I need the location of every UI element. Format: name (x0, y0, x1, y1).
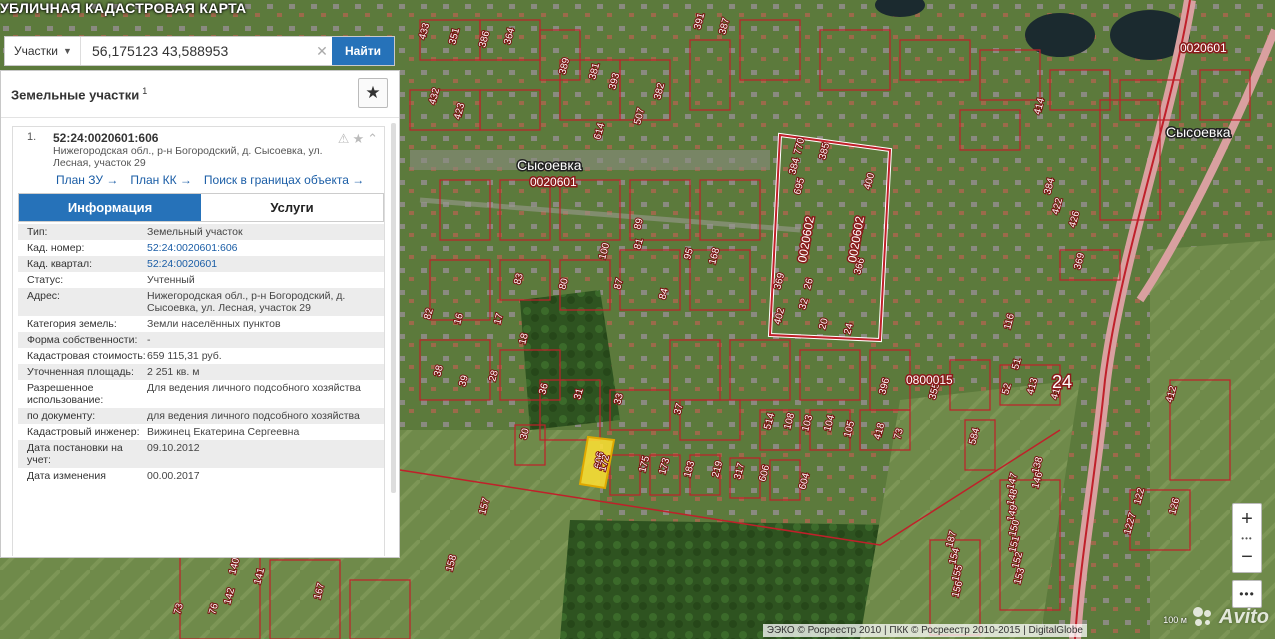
result-links: План ЗУ → План КК → Поиск в границах объ… (13, 169, 384, 187)
star-icon[interactable]: ★ (358, 78, 388, 108)
property-value: Нижегородская обл., р-н Богородский, д. … (147, 290, 346, 314)
property-label: Форма собственности: (27, 334, 138, 346)
panel-header: Земельные участки 1 ★ (1, 71, 399, 118)
panel-scrollbar[interactable] (391, 123, 396, 493)
property-label: по документу: (27, 410, 96, 422)
search-in-bounds-link[interactable]: Поиск в границах объекта → (204, 173, 364, 187)
panel-title: Земельные участки 1 (11, 85, 148, 103)
app-title: УБЛИЧНАЯ КАДАСТРОВАЯ КАРТА (0, 0, 247, 16)
property-row: Категория земель: Земли населённых пункто… (18, 316, 384, 332)
search-bar: Участки ▼ ✕ Найти (4, 36, 395, 66)
property-row: Кадастровый инженер: Вижинец Екатерина Се… (18, 424, 384, 440)
warning-icon[interactable]: ⚠ (338, 131, 350, 147)
property-row: Адрес: Нижегородская обл., р-н Богородски… (18, 288, 384, 316)
property-value: 00.00.2017 (147, 470, 200, 482)
map-attribution: ЭЭКО © Росреестр 2010 | ПКК © Росреестр … (762, 624, 1087, 637)
avito-logo-icon (1191, 605, 1215, 629)
property-value[interactable]: 52:24:0020601:606 (147, 242, 384, 254)
result-tabs: Информация Услуги (18, 193, 384, 222)
property-row: Тип: Земельный участок (18, 224, 384, 240)
plan-zu-link[interactable]: План ЗУ → (56, 173, 118, 187)
results-panel: Земельные участки 1 ★ 1. 52:24:0020601:60… (0, 70, 400, 558)
property-value: Вижинец Екатерина Сергеевна (147, 426, 300, 438)
property-label: Кад. квартал: (27, 258, 92, 270)
chevron-up-icon[interactable]: ⌃ (367, 131, 378, 147)
property-label: Дата изменения (27, 470, 106, 482)
close-icon[interactable]: ✕ (312, 37, 332, 65)
property-label: Кадастровый инженер: (27, 426, 140, 438)
property-value: - (147, 334, 151, 346)
block-label: 0020601 (1180, 41, 1227, 55)
property-row: Уточненная площадь: 2 251 кв. м (18, 364, 384, 380)
result-address: Нижегородская обл., р-н Богородский, д. … (53, 145, 323, 169)
find-button[interactable]: Найти (332, 37, 394, 65)
property-label: Кад. номер: (27, 242, 85, 254)
property-value: Для ведения личного подсобного хозяйства (147, 382, 361, 394)
property-row: Дата изменения 00.00.2017 (18, 468, 384, 484)
zoom-out-button[interactable]: − (1233, 542, 1261, 572)
search-input[interactable] (81, 37, 312, 65)
zoom-slider[interactable]: ••• (1233, 534, 1261, 543)
block-number-label: 24 (1052, 372, 1072, 392)
property-label: Уточненная площадь: (27, 366, 134, 378)
tab-info[interactable]: Информация (19, 194, 201, 221)
property-row: Кадастровая стоимость: 659 115,31 руб. (18, 348, 384, 364)
star-outline-icon[interactable]: ★ (352, 131, 364, 147)
property-value: 659 115,31 руб. (147, 350, 222, 362)
result-cadnum[interactable]: 52:24:0020601:606 (53, 131, 384, 145)
search-type-select[interactable]: Участки ▼ (5, 37, 81, 65)
block-label: 0800015 (906, 373, 953, 387)
property-value: 09.10.2012 (147, 442, 200, 454)
caret-down-icon: ▼ (63, 46, 72, 56)
result-number: 1. (27, 131, 37, 143)
block-label: 0020601 (530, 175, 577, 189)
search-type-label: Участки (14, 44, 58, 58)
property-value[interactable]: 52:24:0020601 (147, 258, 384, 270)
zoom-in-button[interactable]: + (1233, 504, 1261, 534)
scale-label: 100 м (1163, 615, 1187, 625)
property-value: 2 251 кв. м (147, 366, 200, 378)
property-table: Тип: Земельный участок Кад. номер: 52:24:00… (18, 224, 384, 484)
property-value: Земли населённых пунктов (147, 318, 281, 330)
property-label: Статус: (27, 274, 64, 286)
result-count: 1 (142, 85, 148, 96)
more-options-button[interactable]: ••• (1232, 580, 1262, 608)
property-value: Учтенный (147, 274, 195, 286)
watermark: Avito (1191, 605, 1269, 629)
property-label: Адрес: (27, 290, 60, 302)
property-row: по документу: для ведения личного подсобн… (18, 408, 384, 424)
property-row: Кад. номер: 52:24:0020601:606 (18, 240, 384, 256)
property-label: Разрешенное использование: (27, 382, 104, 406)
place-label: Сысоевка (1166, 124, 1231, 140)
place-label: Сысоевка (517, 157, 582, 173)
property-value: Земельный участок (147, 226, 243, 238)
property-label: Тип: (27, 226, 48, 238)
property-row: Разрешенное использование: Для ведения ли… (18, 380, 384, 408)
property-row: Форма собственности: - (18, 332, 384, 348)
property-row: Статус: Учтенный (18, 272, 384, 288)
plan-kk-link[interactable]: План КК → (130, 173, 192, 187)
property-label: Дата постановки на учет: (27, 442, 123, 466)
tab-services[interactable]: Услуги (201, 194, 383, 221)
result-card: 1. 52:24:0020601:606 Нижегородская обл.,… (12, 126, 385, 556)
property-label: Категория земель: (27, 318, 117, 330)
property-row: Дата постановки на учет: 09.10.2012 (18, 440, 384, 468)
property-value: для ведения личного подсобного хозяйства (147, 410, 360, 422)
property-row: Кад. квартал: 52:24:0020601 (18, 256, 384, 272)
property-label: Кадастровая стоимость: (27, 350, 146, 362)
zoom-control: + ••• − (1232, 503, 1262, 573)
